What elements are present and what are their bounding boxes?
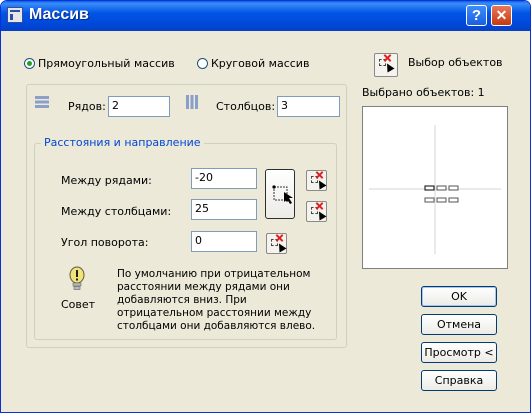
tip-label: Совет [61,298,96,311]
columns-label: Столбцов: [216,100,276,113]
angle-label: Угол поворота: [61,236,149,249]
row-offset-input[interactable]: -20 [191,168,257,189]
help-title-button[interactable]: ? [466,5,487,26]
array-preview [362,106,508,269]
tip-text: По умолчанию при отрицательном расстояни… [117,268,316,332]
pick-angle-button[interactable] [266,233,287,254]
title-bar[interactable]: Массив ? ✕ [1,1,530,31]
cancel-button[interactable]: Отмена [421,314,497,335]
polar-array-radio[interactable] [197,58,208,69]
pick-column-offset-button[interactable] [306,201,327,222]
pick-offset-icon [272,185,293,204]
polar-array-label[interactable]: Круговой массив [211,57,309,70]
ok-button[interactable]: OK [421,286,497,307]
preview-canvas [369,125,501,254]
column-offset-label: Между столбцами: [61,205,172,218]
rows-label: Рядов: [68,100,106,113]
offset-group-title: Расстояния и направление [41,136,204,149]
lightbulb-icon [69,266,85,290]
column-offset-input[interactable]: 25 [191,199,257,220]
select-objects-label: Выбор объектов [408,56,503,69]
row-offset-label: Между рядами: [61,174,152,187]
pick-row-offset-button[interactable] [306,170,327,191]
rect-array-radio[interactable] [24,58,35,69]
rows-input[interactable]: 2 [108,96,170,117]
window-title: Массив [29,6,89,23]
columns-input[interactable]: 3 [277,96,340,117]
rect-array-label[interactable]: Прямоугольный массив [38,57,175,70]
selected-count: Выбрано объектов: 1 [362,86,485,99]
preview-button[interactable]: Просмотр < [421,342,497,363]
pick-both-offsets-button[interactable] [265,169,295,219]
select-objects-button[interactable] [374,53,398,77]
columns-icon [186,95,198,109]
array-app-icon [7,7,23,23]
array-dialog: Массив ? ✕ Прямоугольный массив Круговой… [0,0,531,413]
angle-input[interactable]: 0 [191,231,257,252]
close-button[interactable]: ✕ [491,5,512,26]
rows-icon [35,96,49,108]
help-button[interactable]: Справка [421,370,497,391]
